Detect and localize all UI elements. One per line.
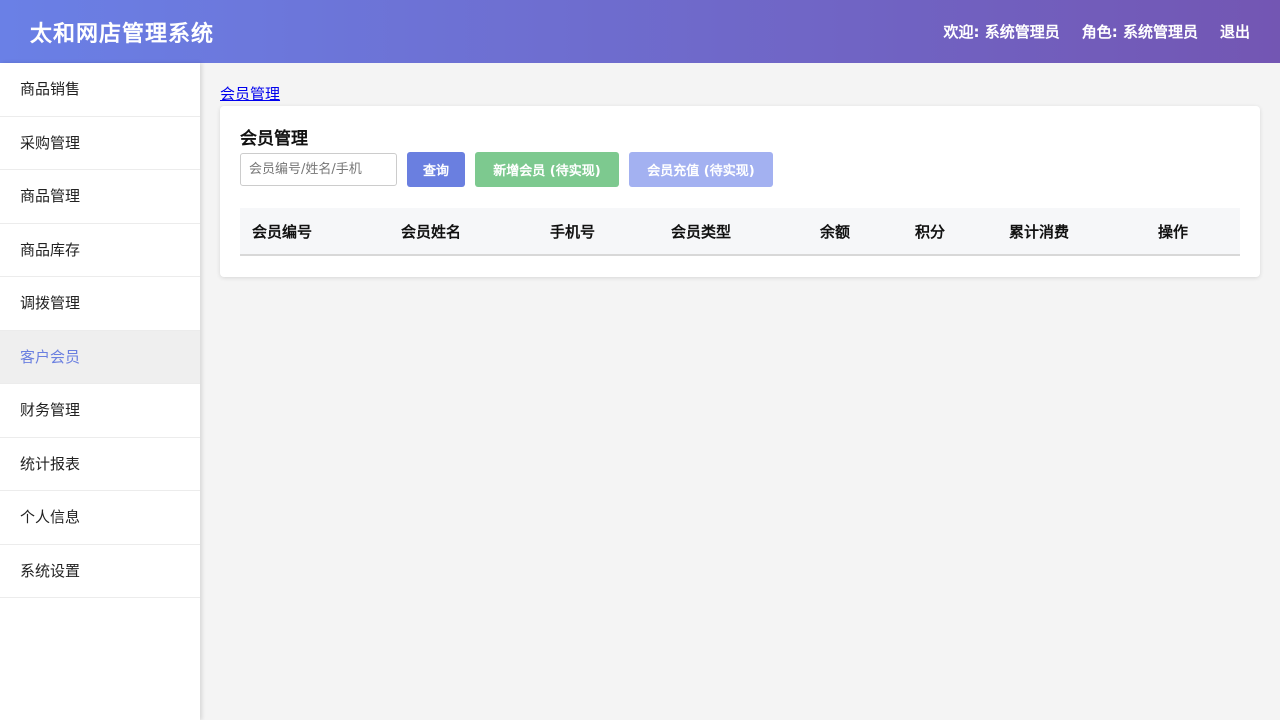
column-total-spent: 累计消费 — [997, 208, 1146, 256]
top-header: 太和网店管理系统 欢迎: 系统管理员 角色: 系统管理员 退出 — [0, 0, 1280, 63]
page-title: 会员管理 — [240, 129, 308, 149]
app-title: 太和网店管理系统 — [30, 21, 215, 47]
sidebar: 商品销售 采购管理 商品管理 商品库存 调拨管理 客户会员 财务管理 统计报表 … — [0, 63, 200, 720]
column-balance: 余额 — [808, 208, 903, 256]
sidebar-item-purchase[interactable]: 采购管理 — [0, 117, 200, 170]
member-card: 会员管理 查询 新增会员 (待实现) 会员充值 (待实现) 会员编号 会员姓名 … — [220, 106, 1260, 277]
column-actions: 操作 — [1146, 208, 1240, 256]
sidebar-item-products[interactable]: 商品管理 — [0, 170, 200, 224]
sidebar-item-sales[interactable]: 商品销售 — [0, 63, 200, 117]
column-member-name: 会员姓名 — [389, 208, 538, 256]
column-member-type: 会员类型 — [659, 208, 808, 256]
sidebar-item-settings[interactable]: 系统设置 — [0, 545, 200, 598]
sidebar-item-finance[interactable]: 财务管理 — [0, 384, 200, 438]
table-header-row: 会员编号 会员姓名 手机号 会员类型 余额 积分 累计消费 操作 — [240, 208, 1240, 256]
sidebar-item-profile[interactable]: 个人信息 — [0, 491, 200, 545]
toolbar: 查询 新增会员 (待实现) 会员充值 (待实现) — [240, 152, 1240, 187]
column-points: 积分 — [903, 208, 997, 256]
main-content: 会员管理 会员管理 查询 新增会员 (待实现) 会员充值 (待实现) 会员编号 … — [220, 63, 1260, 277]
sidebar-item-inventory[interactable]: 商品库存 — [0, 224, 200, 277]
breadcrumb[interactable]: 会员管理 — [220, 84, 280, 104]
recharge-member-button[interactable]: 会员充值 (待实现) — [629, 152, 773, 187]
user-info: 欢迎: 系统管理员 角色: 系统管理员 退出 — [944, 21, 1250, 42]
column-member-id: 会员编号 — [240, 208, 389, 256]
role-text: 角色: 系统管理员 — [1081, 23, 1198, 41]
search-input[interactable] — [240, 153, 397, 186]
sidebar-item-reports[interactable]: 统计报表 — [0, 438, 200, 491]
welcome-text: 欢迎: 系统管理员 — [943, 23, 1060, 41]
logout-link[interactable]: 退出 — [1220, 21, 1250, 42]
query-button[interactable]: 查询 — [407, 152, 465, 187]
add-member-button[interactable]: 新增会员 (待实现) — [475, 152, 619, 187]
column-phone: 手机号 — [538, 208, 659, 256]
member-table: 会员编号 会员姓名 手机号 会员类型 余额 积分 累计消费 操作 — [240, 208, 1240, 256]
sidebar-item-transfer[interactable]: 调拨管理 — [0, 277, 200, 331]
sidebar-item-members[interactable]: 客户会员 — [0, 330, 200, 384]
